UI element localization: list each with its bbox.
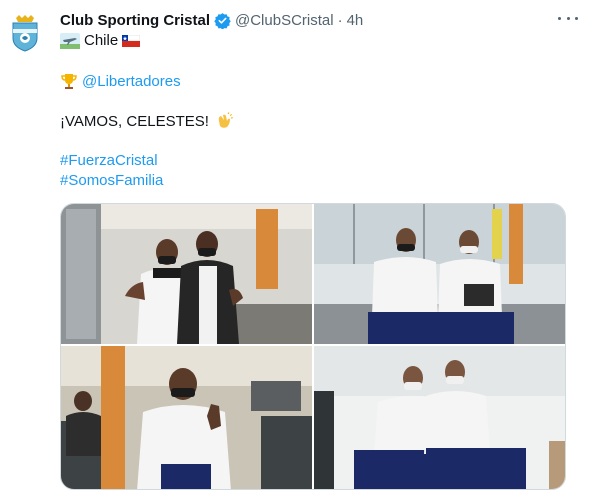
cheer-line: ¡VAMOS, CELESTES! bbox=[60, 112, 237, 130]
avatar[interactable] bbox=[10, 14, 40, 52]
hashtag-line-1: #FuerzaCristal bbox=[60, 152, 158, 169]
clapping-hands-icon bbox=[218, 112, 233, 128]
photo-3[interactable] bbox=[61, 346, 312, 489]
mention-line: @Libertadores bbox=[60, 72, 181, 90]
hashtag-fuerza-cristal[interactable]: #FuerzaCristal bbox=[60, 152, 158, 169]
photo-4[interactable] bbox=[314, 346, 565, 489]
trophy-icon bbox=[61, 74, 77, 89]
hashtag-somos-familia[interactable]: #SomosFamilia bbox=[60, 172, 163, 189]
tweet-header: Club Sporting Cristal @ClubSCristal · 4h bbox=[60, 10, 560, 30]
timestamp[interactable]: 4h bbox=[347, 12, 364, 29]
airplane-landscape-icon bbox=[60, 32, 80, 49]
verified-badge-icon bbox=[214, 12, 231, 29]
sporting-cristal-crest-icon bbox=[12, 15, 38, 52]
photo-1[interactable] bbox=[61, 204, 312, 344]
location-line: Chile bbox=[60, 32, 144, 49]
tweet: Club Sporting Cristal @ClubSCristal · 4h… bbox=[0, 0, 600, 497]
chile-flag-icon bbox=[122, 34, 141, 47]
photo-2[interactable] bbox=[314, 204, 565, 344]
handle[interactable]: @ClubSCristal bbox=[235, 12, 334, 29]
more-options-icon[interactable] bbox=[558, 14, 578, 22]
display-name[interactable]: Club Sporting Cristal bbox=[60, 12, 210, 29]
separator-dot: · bbox=[337, 11, 343, 29]
media-grid bbox=[60, 203, 566, 490]
mention-link[interactable]: @Libertadores bbox=[82, 73, 181, 90]
hashtag-line-2: #SomosFamilia bbox=[60, 172, 163, 189]
location-text: Chile bbox=[84, 32, 119, 49]
cheer-text: ¡VAMOS, CELESTES! bbox=[60, 112, 209, 130]
